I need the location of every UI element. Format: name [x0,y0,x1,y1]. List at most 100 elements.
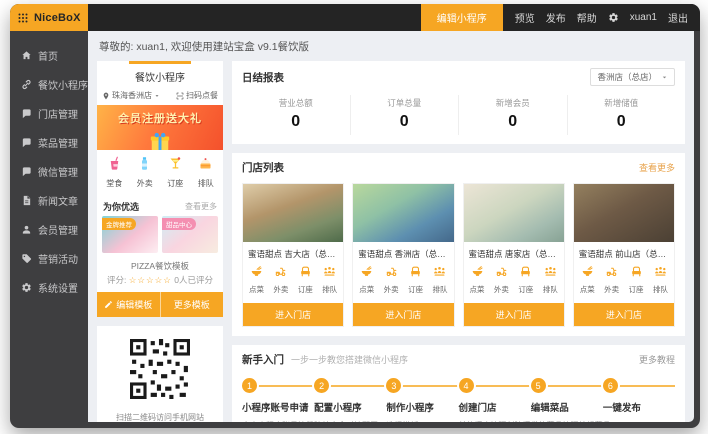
sidebar-item-label: 系统设置 [38,280,78,295]
step-item-link[interactable]: 前往菜品管理编辑菜品 [531,419,603,422]
sidebar-item-label: 菜品管理 [38,135,78,150]
step-title: 编辑菜品 [531,400,603,414]
guide-step-5: 5 编辑菜品 前往菜品管理编辑菜品 [531,378,603,422]
scan-order-button[interactable]: 扫码点餐 [176,90,218,101]
store-action-order[interactable]: 点菜 [359,265,374,297]
store-action-order[interactable]: 点菜 [580,265,595,297]
settings-gear-icon[interactable] [608,12,619,23]
order-dish-icon [581,265,594,278]
username-label[interactable]: xuan1 [630,12,657,23]
settings-icon [21,282,32,293]
store-card: 蜜语甜点 唐家店（总店） 点菜 外卖 订座 排队 进入门店 [463,183,565,327]
dish-icon [21,137,32,148]
quick-action-label: 排队 [198,179,214,188]
template-rating: 评分: ☆☆☆☆☆ 0人已评分 [97,274,223,286]
wechat-icon [21,166,32,177]
queue-icon [198,156,213,171]
quick-action-dine-in[interactable]: 堂食 [106,156,122,191]
sidebar-item-home[interactable]: 首页 [10,41,88,70]
help-link[interactable]: 帮助 [577,10,597,25]
store-action-order[interactable]: 点菜 [470,265,485,297]
qr-code [130,339,190,399]
step-number: 4 [459,378,474,393]
sidebar-item-members[interactable]: 会员管理 [10,215,88,244]
pick-image-2[interactable]: 甜品中心 [162,216,218,253]
store-card: 蜜语甜点 吉大店（总店） 点菜 外卖 订座 排队 进入门店 [242,183,344,327]
store-action-queue[interactable]: 排队 [322,265,337,297]
store-action-delivery[interactable]: 外卖 [273,265,288,297]
app-logo[interactable]: NiceBoX [10,4,88,31]
store-action-reserve[interactable]: 订座 [629,265,644,297]
grid-menu-icon [17,12,29,24]
reserve-icon [168,156,183,171]
action-label: 点菜 [249,285,264,294]
store-action-queue[interactable]: 排队 [432,265,447,297]
store-action-delivery[interactable]: 外卖 [604,265,619,297]
preview-link[interactable]: 预览 [515,10,535,25]
logout-link[interactable]: 退出 [668,10,688,25]
sidebar-item-wechat[interactable]: 微信管理 [10,157,88,186]
store-list-more-link[interactable]: 查看更多 [639,161,675,174]
store-action-reserve[interactable]: 订座 [518,265,533,297]
sidebar-item-news[interactable]: 新闻文章 [10,186,88,215]
guide-step-2: 2 配置小程序 建站宝盒对接配置 微信开发工具配置 [314,378,386,422]
quick-action-queue[interactable]: 排队 [198,156,214,191]
edit-template-label: 编辑模板 [116,298,152,311]
pick-image-1[interactable]: 金牌推荐 [102,216,158,253]
store-action-queue[interactable]: 排队 [653,265,668,297]
more-templates-button[interactable]: 更多模板 [160,292,224,317]
pick-tag: 金牌推荐 [102,218,136,230]
qr-code-card: 扫描二维码访问手机网站 [97,326,223,422]
store-name: 蜜语甜点 唐家店（总店） [464,242,564,264]
pencil-icon [104,300,113,309]
step-item-link[interactable]: 个人小程序账号注册 [242,419,314,422]
sidebar-item-marketing[interactable]: 营销活动 [10,244,88,273]
store-action-reserve[interactable]: 订座 [298,265,313,297]
sidebar-item-dishes[interactable]: 菜品管理 [10,128,88,157]
phone-preview-card: 餐饮小程序 珠海香洲店 扫码点餐 [97,61,223,317]
enter-store-button[interactable]: 进入门店 [464,303,564,326]
store-name: 蜜语甜点 吉大店（总店） [243,242,343,264]
store-action-order[interactable]: 点菜 [249,265,264,297]
dine-in-icon [107,156,122,171]
enter-store-button[interactable]: 进入门店 [243,303,343,326]
quick-action-label: 堂食 [106,179,122,188]
sidebar-item-miniprogram[interactable]: 餐饮小程序 [10,70,88,99]
stat-orders: 订单总量0 [350,95,459,135]
store-action-queue[interactable]: 排队 [543,265,558,297]
edit-miniprogram-button[interactable]: 编辑小程序 [421,4,503,31]
reserve-seat-icon [409,265,422,278]
promo-banner[interactable]: 会员注册送大礼 [97,105,223,150]
action-label: 排队 [543,285,558,294]
store-action-delivery[interactable]: 外卖 [384,265,399,297]
quick-action-reserve[interactable]: 订座 [167,156,183,191]
step-item-link[interactable]: 选择模板 [386,419,458,422]
sidebar-item-stores[interactable]: 门店管理 [10,99,88,128]
queue-people-icon [654,265,667,278]
picks-row: 金牌推荐 甜品中心 [97,216,223,253]
delivery-scooter-icon [385,265,398,278]
store-action-reserve[interactable]: 订座 [408,265,423,297]
phone-preview-column: 餐饮小程序 珠海香洲店 扫码点餐 [97,61,223,422]
action-label: 排队 [432,285,447,294]
quick-action-label: 订座 [167,179,183,188]
store-action-delivery[interactable]: 外卖 [494,265,509,297]
step-item-link[interactable]: 建站宝盒对接配置 [314,419,386,422]
more-tutorials-link[interactable]: 更多教程 [639,353,675,366]
store-filter-dropdown[interactable]: 香洲店（总店） [590,68,675,86]
publish-link[interactable]: 发布 [546,10,566,25]
store-photo [574,184,674,242]
enter-store-button[interactable]: 进入门店 [353,303,453,326]
edit-template-button[interactable]: 编辑模板 [97,292,160,317]
step-number: 3 [386,378,401,393]
store-location-selector[interactable]: 珠海香洲店 [102,90,160,101]
quick-actions-row: 堂食 外卖 订座 排队 [97,150,223,196]
enter-store-button[interactable]: 进入门店 [574,303,674,326]
picks-more-link[interactable]: 查看更多 [185,201,217,212]
sidebar-item-settings[interactable]: 系统设置 [10,273,88,302]
getting-started-card: 新手入门 一步一步教您搭建微信小程序 更多教程 1 小程序账号申请 [232,345,685,422]
step-item-link[interactable]: 前往门店管理创建门店 [459,419,531,422]
stat-label: 新增储值 [568,97,676,109]
quick-action-takeout[interactable]: 外卖 [137,156,153,191]
action-label: 点菜 [580,285,595,294]
